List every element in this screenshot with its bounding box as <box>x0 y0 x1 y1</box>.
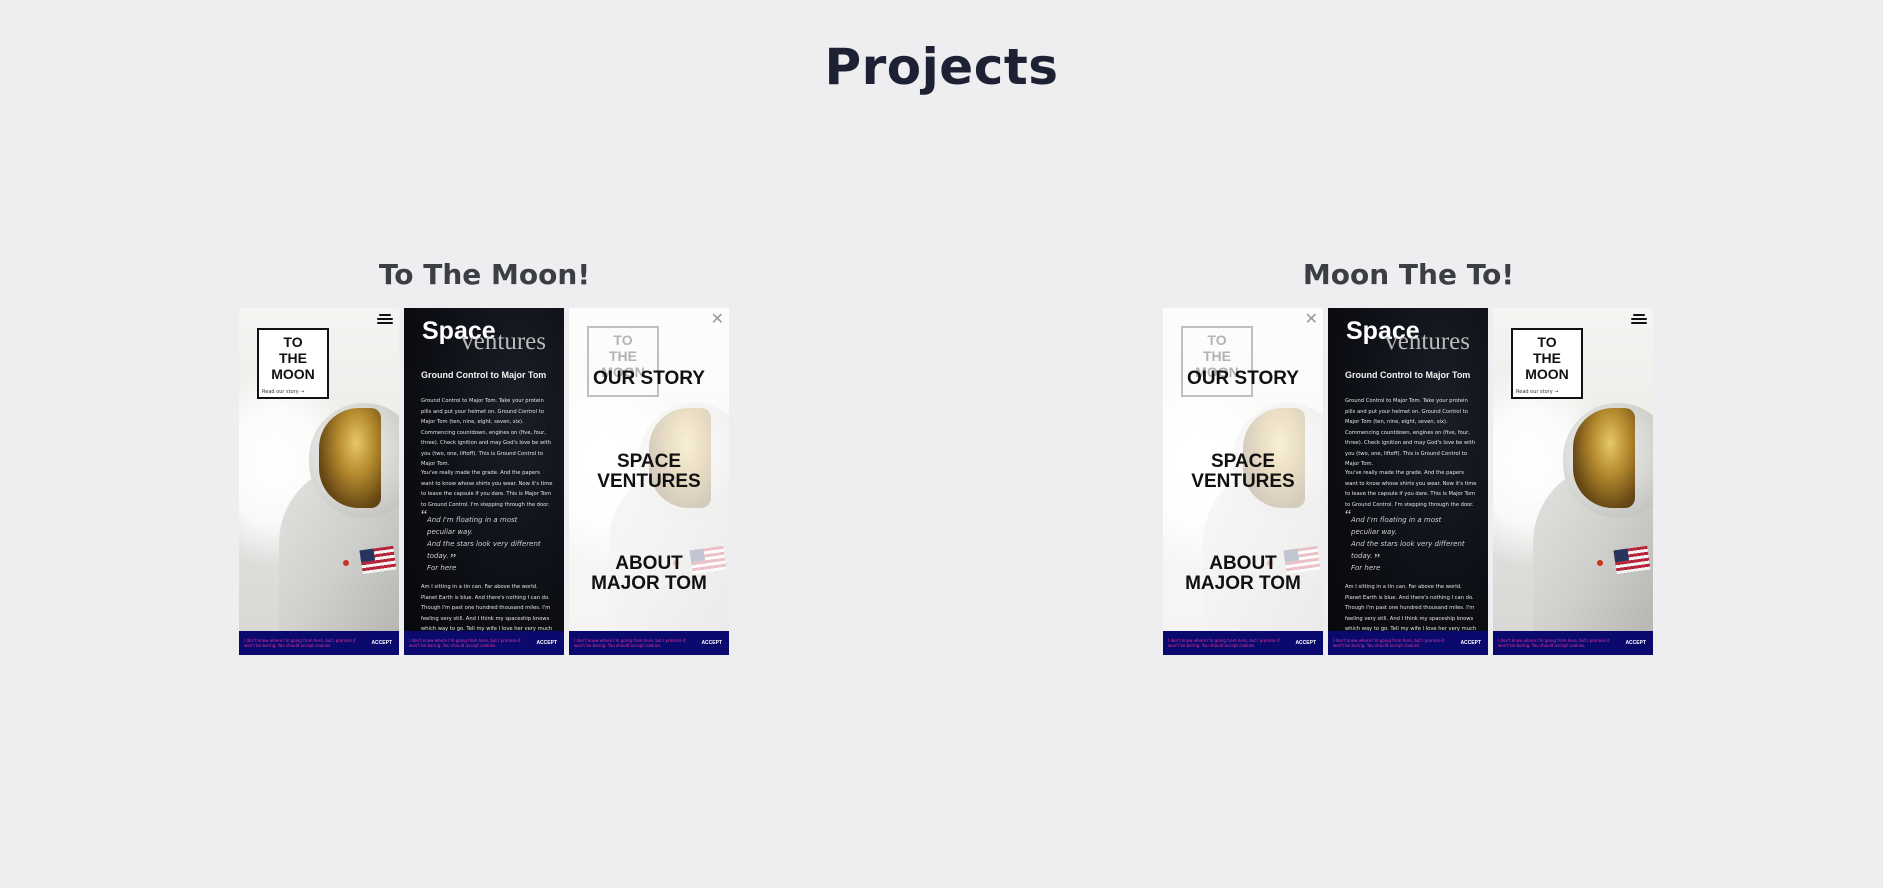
logo-text: TO THE MOON <box>1525 334 1569 382</box>
hamburger-menu-icon[interactable] <box>377 314 393 325</box>
project-screenshots: TO THE MOON ✕ OUR STORY SPACE VENTURES A… <box>1163 308 1654 655</box>
hamburger-menu-icon[interactable] <box>1631 314 1647 325</box>
article-page: Space ventures Ground Control to Major T… <box>404 308 564 655</box>
menu-item-about-major-tom[interactable]: ABOUT MAJOR TOM <box>569 554 729 594</box>
cookie-banner: I don't know where I'm going from here, … <box>239 631 399 655</box>
close-icon[interactable]: ✕ <box>1305 311 1318 327</box>
cookie-banner: I don't know where I'm going from here, … <box>569 631 729 655</box>
screenshot-article[interactable]: Space ventures Ground Control to Major T… <box>404 308 564 655</box>
article-quote: And I'm floating in a most peculiar way.… <box>1351 516 1465 572</box>
screenshot-menu[interactable]: TO THE MOON ✕ OUR STORY SPACE VENTURES A… <box>1163 308 1323 655</box>
close-quote-icon: ” <box>450 552 457 567</box>
article-paragraph: You've really made the grade. And the pa… <box>1345 470 1477 508</box>
cookie-text: I don't know where I'm going from here, … <box>574 637 686 649</box>
menu-item-about-major-tom[interactable]: ABOUT MAJOR TOM <box>1163 554 1323 594</box>
cookie-text: I don't know where I'm going from here, … <box>409 637 521 649</box>
screenshot-menu[interactable]: TO THE MOON ✕ OUR STORY SPACE VENTURES A… <box>569 308 729 655</box>
article-page: Space ventures Ground Control to Major T… <box>1328 308 1488 655</box>
close-icon[interactable]: ✕ <box>711 311 724 327</box>
cookie-banner: I don't know where I'm going from here, … <box>1163 631 1323 655</box>
article-paragraph: Am I sitting in a tin can. Far above the… <box>1345 584 1477 632</box>
project-title: To The Moon! <box>378 258 591 291</box>
logo[interactable]: TO THE MOON Read our story → <box>1511 328 1583 399</box>
menu-item-space-ventures[interactable]: SPACE VENTURES <box>569 452 729 492</box>
menu-item-our-story[interactable]: OUR STORY <box>569 369 729 389</box>
brand-ventures: ventures <box>1385 328 1470 355</box>
accept-cookies-button[interactable]: ACCEPT <box>698 638 725 648</box>
menu-item-our-story[interactable]: OUR STORY <box>1163 369 1323 389</box>
accept-cookies-button[interactable]: ACCEPT <box>368 638 395 648</box>
article-paragraph: You've really made the grade. And the pa… <box>421 470 553 508</box>
article-paragraph: Am I sitting in a tin can. Far above the… <box>421 584 553 632</box>
brand-ventures: ventures <box>461 328 546 355</box>
article-paragraph: Ground Control to Major Tom. Take your p… <box>1345 398 1475 467</box>
read-story-link[interactable]: Read our story → <box>262 389 304 395</box>
cookie-banner: I don't know where I'm going from here, … <box>1493 631 1653 655</box>
logo-text: TO THE MOON <box>271 334 315 382</box>
cookie-text: I don't know where I'm going from here, … <box>1498 637 1610 649</box>
cookie-text: I don't know where I'm going from here, … <box>1333 637 1445 649</box>
page-title: Projects <box>824 38 1059 96</box>
accept-cookies-button[interactable]: ACCEPT <box>1622 638 1649 648</box>
article-heading: Ground Control to Major Tom <box>421 370 547 380</box>
project-card-to-the-moon: To The Moon! TO THE MOON Read our story … <box>239 258 730 655</box>
cookie-banner: I don't know where I'm going from here, … <box>1328 631 1488 655</box>
project-screenshots: TO THE MOON Read our story → I don't kno… <box>239 308 730 655</box>
screenshot-article[interactable]: Space ventures Ground Control to Major T… <box>1328 308 1488 655</box>
read-story-link[interactable]: Read our story → <box>1516 389 1558 395</box>
article-quote: And I'm floating in a most peculiar way.… <box>427 516 541 572</box>
cookie-banner: I don't know where I'm going from here, … <box>404 631 564 655</box>
cookie-text: I don't know where I'm going from here, … <box>244 637 356 649</box>
article-heading: Ground Control to Major Tom <box>1345 370 1471 380</box>
project-title: Moon The To! <box>1302 258 1515 291</box>
accept-cookies-button[interactable]: ACCEPT <box>1457 638 1484 648</box>
logo[interactable]: TO THE MOON Read our story → <box>257 328 329 399</box>
accept-cookies-button[interactable]: ACCEPT <box>1292 638 1319 648</box>
accept-cookies-button[interactable]: ACCEPT <box>533 638 560 648</box>
cookie-text: I don't know where I'm going from here, … <box>1168 637 1280 649</box>
menu-item-space-ventures[interactable]: SPACE VENTURES <box>1163 452 1323 492</box>
screenshot-home[interactable]: TO THE MOON Read our story → I don't kno… <box>1493 308 1653 655</box>
close-quote-icon: ” <box>1374 552 1381 567</box>
article-paragraph: Ground Control to Major Tom. Take your p… <box>421 398 551 467</box>
project-card-moon-the-to: Moon The To! TO THE MOON ✕ OUR STORY SPA… <box>1163 258 1654 655</box>
screenshot-home[interactable]: TO THE MOON Read our story → I don't kno… <box>239 308 399 655</box>
